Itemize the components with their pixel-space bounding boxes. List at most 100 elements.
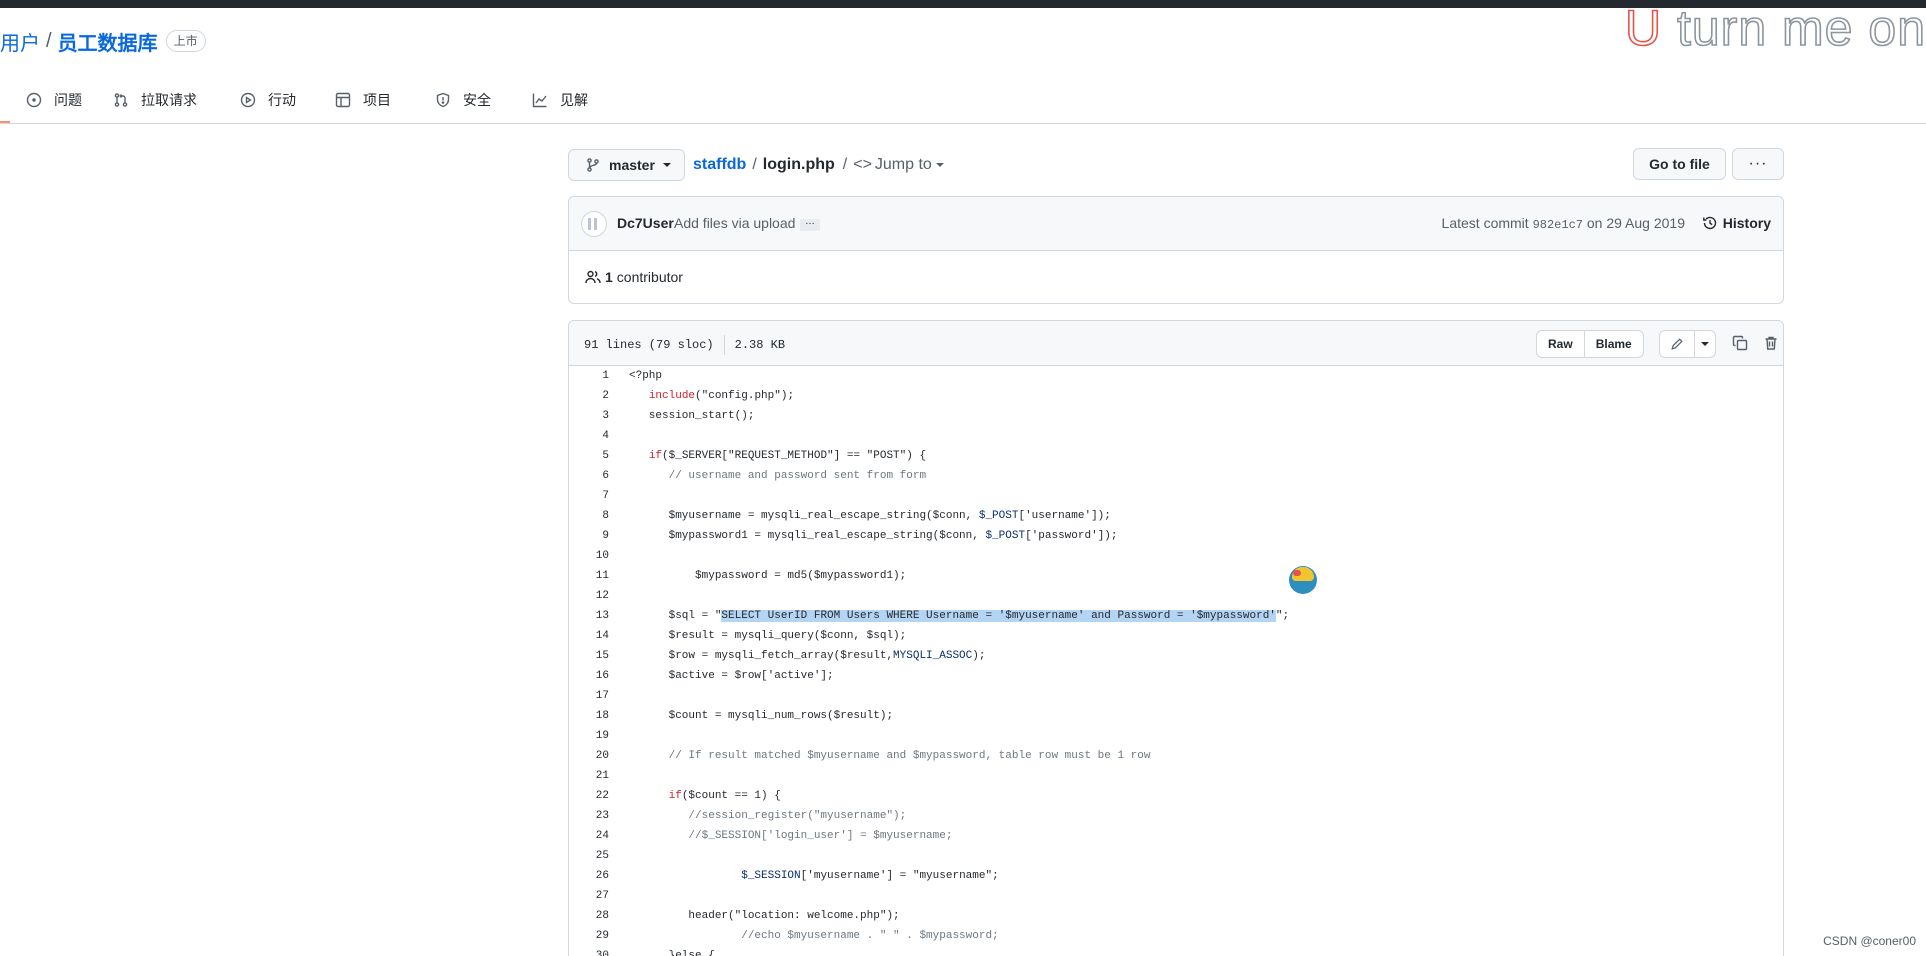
line-number[interactable]: 8 [569,506,609,526]
line-number[interactable]: 27 [569,886,609,906]
line-code: $myusername = mysqli_real_escape_string(… [629,506,1111,526]
line-number[interactable]: 21 [569,766,609,786]
line-number[interactable]: 18 [569,706,609,726]
avatar[interactable] [581,211,607,237]
code-line: 9 $mypassword1 = mysqli_real_escape_stri… [569,526,1783,546]
commit-sha-link[interactable]: 982e1c7 [1533,218,1583,232]
line-number[interactable]: 5 [569,446,609,466]
line-number[interactable]: 1 [569,366,609,386]
line-number[interactable]: 10 [569,546,609,566]
code-token: session_start(); [629,410,755,422]
tab-pull-requests[interactable]: 拉取请求 [113,88,197,112]
tab-projects[interactable]: 项目 [335,88,391,112]
tab-label: 见解 [560,92,588,108]
expand-commit-button[interactable]: … [800,217,820,231]
line-number[interactable]: 30 [569,946,609,956]
code-line: 8 $myusername = mysqli_real_escape_strin… [569,506,1783,526]
edit-group [1659,330,1716,358]
line-number[interactable]: 7 [569,486,609,506]
line-number[interactable]: 14 [569,626,609,646]
copy-button[interactable] [1732,335,1748,351]
history-button[interactable]: History [1702,215,1771,231]
breadcrumb-repo-link[interactable]: staffdb [693,156,746,174]
code-line: 11 $mypassword = md5($mypassword1); [569,566,1783,586]
branch-icon [587,158,599,172]
file-lines-info: 91 lines (79 sloc) [584,338,714,352]
code-line: 1 <?php [569,366,1783,386]
line-code: $row = mysqli_fetch_array($result,MYSQLI… [629,646,986,666]
history-label: History [1722,215,1771,231]
code-token: $mypassword1 = mysqli_real_escape_string… [629,530,986,542]
line-number[interactable]: 26 [569,866,609,886]
edit-dropdown-button[interactable] [1694,331,1715,357]
line-number[interactable]: 3 [569,406,609,426]
tab-security[interactable]: 安全 [435,88,491,112]
line-number[interactable]: 9 [569,526,609,546]
jump-to-label: Jump to [874,156,932,173]
tab-insights[interactable]: 见解 [532,88,588,112]
line-code: }else { [629,946,715,956]
repo-name-link[interactable]: 员工数据库 [58,27,158,56]
edit-button[interactable] [1660,331,1694,357]
line-code: $active = $row['active']; [629,666,834,686]
go-to-file-button[interactable]: Go to file [1633,148,1726,180]
line-number[interactable]: 23 [569,806,609,826]
tab-actions[interactable]: 行动 [240,88,296,112]
contributors-link[interactable]: 1 contributor [585,269,683,285]
line-number[interactable]: 15 [569,646,609,666]
line-number[interactable]: 29 [569,926,609,946]
line-code: // username and password sent from form [629,466,926,486]
tab-issues[interactable]: 问题 [26,88,82,112]
line-number[interactable]: 20 [569,746,609,766]
latest-commit-info: Latest commit 982e1c7 on 29 Aug 2019 [1442,215,1685,232]
line-number[interactable]: 4 [569,426,609,446]
line-number[interactable]: 24 [569,826,609,846]
contributor-count: 1 [605,269,613,285]
delete-button[interactable] [1763,335,1779,351]
branch-select-button[interactable]: master [568,149,685,181]
code-listing[interactable]: 1 <?php 2 include("config.php"); 3 session_… [569,366,1783,956]
code-line: 30 }else { [569,946,1783,956]
line-number[interactable]: 19 [569,726,609,746]
repo-owner-link[interactable]: 用户 [0,27,40,56]
code-token: //session_register("myusername"); [629,810,907,822]
code-token: ['myusername'] = "myusername"; [800,870,999,882]
line-number[interactable]: 13 [569,606,609,626]
commit-message-link[interactable]: Add files via upload [674,215,795,231]
line-number[interactable]: 6 [569,466,609,486]
line-number[interactable]: 22 [569,786,609,806]
code-line: 21 [569,766,1783,786]
watermark-rest: turn me on [1662,0,1926,56]
selected-code-text: SELECT UserID FROM Users WHERE Username … [721,610,1276,622]
line-number[interactable]: 11 [569,566,609,586]
chevron-down-icon [1701,342,1710,346]
line-number[interactable]: 25 [569,846,609,866]
commit-author-link[interactable]: Dc7User [617,215,674,231]
code-token: $count = mysqli_num_rows($result); [629,710,894,722]
divider [723,335,725,355]
code-line: 3 session_start(); [569,406,1783,426]
raw-button[interactable]: Raw [1537,331,1584,357]
code-token: ($count == 1) { [681,790,781,802]
graph-icon [532,93,547,108]
blame-button[interactable]: Blame [1583,331,1643,357]
breadcrumb-file: login.php [762,156,835,173]
code-token: }else { [629,950,715,956]
more-options-button[interactable]: ··· [1732,148,1784,180]
jump-to-button[interactable]: <> Jump to [853,156,944,174]
tab-label: 项目 [363,92,391,108]
floating-assistant-icon[interactable] [1289,566,1317,594]
line-number[interactable]: 17 [569,686,609,706]
watermark-text: U turn me on [1625,0,1926,56]
line-number[interactable]: 12 [569,586,609,606]
commit-date: on 29 Aug 2019 [1586,215,1685,231]
line-number[interactable]: 2 [569,386,609,406]
line-number[interactable]: 16 [569,666,609,686]
code-token: $row = mysqli_fetch_array($result, [629,650,894,662]
line-code: $_SESSION['myusername'] = "myusername"; [629,866,999,886]
file-size: 2.38 KB [734,338,786,352]
contributor-label: contributor [616,269,683,285]
line-number[interactable]: 28 [569,906,609,926]
